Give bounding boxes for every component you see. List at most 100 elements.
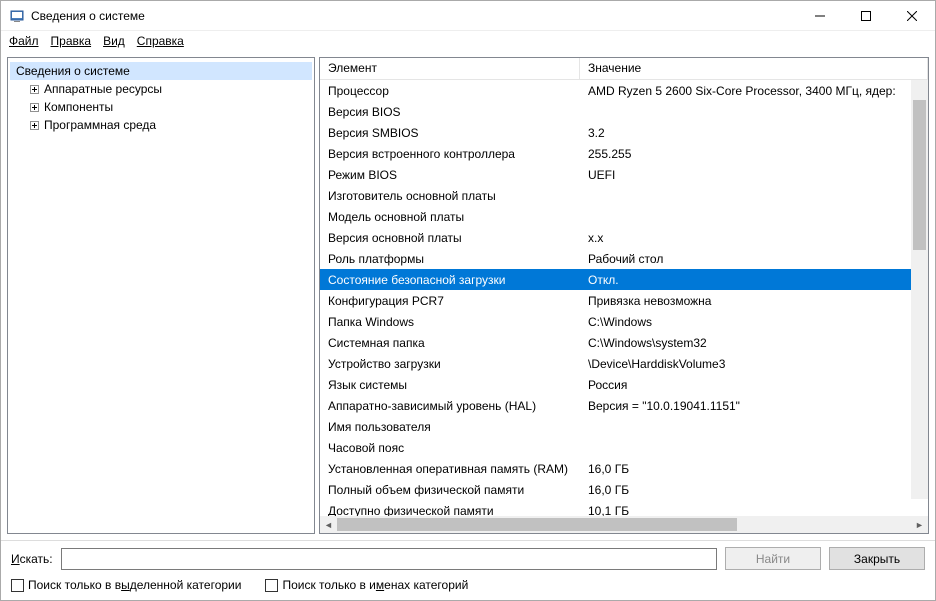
cell-value: Откл. <box>580 273 928 287</box>
list-row[interactable]: Изготовитель основной платы <box>320 185 928 206</box>
cell-value: х.х <box>580 231 928 245</box>
menubar: Файл Правка Вид Справка <box>1 31 935 51</box>
tree-item[interactable]: Аппаратные ресурсы <box>10 80 312 98</box>
list-row[interactable]: Установленная оперативная память (RAM)16… <box>320 458 928 479</box>
cell-element: Версия основной платы <box>320 231 580 245</box>
cell-element: Полный объем физической памяти <box>320 483 580 497</box>
tree-pane[interactable]: Сведения о системе Аппаратные ресурсы Ком… <box>7 57 315 534</box>
cell-value: 16,0 ГБ <box>580 483 928 497</box>
list-header: Элемент Значение <box>320 58 928 80</box>
tree-item-label: Программная среда <box>44 118 156 132</box>
cell-value: UEFI <box>580 168 928 182</box>
column-header-element[interactable]: Элемент <box>320 58 580 79</box>
cell-value: Россия <box>580 378 928 392</box>
tree-item-label: Компоненты <box>44 100 113 114</box>
checkbox-icon[interactable] <box>11 579 24 592</box>
list-row[interactable]: Модель основной платы <box>320 206 928 227</box>
cell-element: Изготовитель основной платы <box>320 189 580 203</box>
check-selected-category[interactable]: Поиск только в выделенной категории <box>11 578 241 592</box>
list-row[interactable]: Версия SMBIOS3.2 <box>320 122 928 143</box>
menu-file[interactable]: Файл <box>9 34 39 48</box>
list-row[interactable]: Часовой пояс <box>320 437 928 458</box>
bottom-bar: Искать: Найти Закрыть Поиск только в выд… <box>1 540 935 600</box>
cell-element: Модель основной платы <box>320 210 580 224</box>
check-category-names[interactable]: Поиск только в именах категорий <box>265 578 468 592</box>
list-row[interactable]: Папка WindowsC:\Windows <box>320 311 928 332</box>
list-pane: Элемент Значение ПроцессорAMD Ryzen 5 26… <box>319 57 929 534</box>
cell-element: Устройство загрузки <box>320 357 580 371</box>
tree-item-label: Аппаратные ресурсы <box>44 82 162 96</box>
search-input[interactable] <box>61 548 717 570</box>
cell-value: AMD Ryzen 5 2600 Six-Core Processor, 340… <box>580 84 928 98</box>
cell-element: Режим BIOS <box>320 168 580 182</box>
search-label: Искать: <box>11 552 53 566</box>
cell-element: Версия SMBIOS <box>320 126 580 140</box>
list-row[interactable]: Состояние безопасной загрузкиОткл. <box>320 269 928 290</box>
list-row[interactable]: Системная папкаC:\Windows\system32 <box>320 332 928 353</box>
cell-element: Системная папка <box>320 336 580 350</box>
scrollbar-thumb[interactable] <box>913 100 926 250</box>
check-row: Поиск только в выделенной категории Поис… <box>11 578 925 592</box>
expand-icon[interactable] <box>28 83 40 95</box>
column-header-value[interactable]: Значение <box>580 58 928 79</box>
menu-help[interactable]: Справка <box>137 34 184 48</box>
content: Сведения о системе Аппаратные ресурсы Ком… <box>7 57 929 534</box>
expand-icon[interactable] <box>28 101 40 113</box>
list-row[interactable]: Режим BIOSUEFI <box>320 164 928 185</box>
list-row[interactable]: Конфигурация PCR7Привязка невозможна <box>320 290 928 311</box>
cell-element: Роль платформы <box>320 252 580 266</box>
cell-value: 3.2 <box>580 126 928 140</box>
minimize-button[interactable] <box>797 1 843 31</box>
cell-element: Часовой пояс <box>320 441 580 455</box>
cell-value: \Device\HarddiskVolume3 <box>580 357 928 371</box>
list-row[interactable]: ПроцессорAMD Ryzen 5 2600 Six-Core Proce… <box>320 80 928 101</box>
cell-value: 255.255 <box>580 147 928 161</box>
tree-item[interactable]: Программная среда <box>10 116 312 134</box>
scroll-right-arrow[interactable]: ► <box>911 516 928 533</box>
list-row[interactable]: Версия BIOS <box>320 101 928 122</box>
cell-element: Процессор <box>320 84 580 98</box>
cell-element: Доступно физической памяти <box>320 504 580 517</box>
horizontal-scrollbar[interactable]: ◄ ► <box>320 516 928 533</box>
cell-value: Привязка невозможна <box>580 294 928 308</box>
cell-element: Язык системы <box>320 378 580 392</box>
cell-element: Имя пользователя <box>320 420 580 434</box>
list-row[interactable]: Устройство загрузки\Device\HarddiskVolum… <box>320 353 928 374</box>
titlebar: Сведения о системе <box>1 1 935 31</box>
cell-element: Версия встроенного контроллера <box>320 147 580 161</box>
search-row: Искать: Найти Закрыть <box>11 547 925 570</box>
app-icon <box>9 8 25 24</box>
list-body[interactable]: ПроцессорAMD Ryzen 5 2600 Six-Core Proce… <box>320 80 928 516</box>
list-row[interactable]: Полный объем физической памяти16,0 ГБ <box>320 479 928 500</box>
cell-element: Установленная оперативная память (RAM) <box>320 462 580 476</box>
cell-value: C:\Windows <box>580 315 928 329</box>
list-row[interactable]: Аппаратно-зависимый уровень (HAL)Версия … <box>320 395 928 416</box>
tree-item[interactable]: Компоненты <box>10 98 312 116</box>
vertical-scrollbar[interactable] <box>911 80 928 499</box>
list-row[interactable]: Имя пользователя <box>320 416 928 437</box>
list-row[interactable]: Роль платформыРабочий стол <box>320 248 928 269</box>
list-row[interactable]: Версия встроенного контроллера255.255 <box>320 143 928 164</box>
list-row[interactable]: Версия основной платых.х <box>320 227 928 248</box>
checkbox-icon[interactable] <box>265 579 278 592</box>
expand-icon[interactable] <box>28 119 40 131</box>
cell-value: C:\Windows\system32 <box>580 336 928 350</box>
find-button[interactable]: Найти <box>725 547 821 570</box>
menu-edit[interactable]: Правка <box>51 34 92 48</box>
close-search-button[interactable]: Закрыть <box>829 547 925 570</box>
close-button[interactable] <box>889 1 935 31</box>
list-row[interactable]: Доступно физической памяти10,1 ГБ <box>320 500 928 516</box>
window-title: Сведения о системе <box>31 9 145 23</box>
scrollbar-thumb[interactable] <box>337 518 737 531</box>
tree-root[interactable]: Сведения о системе <box>10 62 312 80</box>
cell-value: Версия = "10.0.19041.1151" <box>580 399 928 413</box>
cell-element: Аппаратно-зависимый уровень (HAL) <box>320 399 580 413</box>
maximize-button[interactable] <box>843 1 889 31</box>
cell-value: 10,1 ГБ <box>580 504 928 517</box>
scroll-left-arrow[interactable]: ◄ <box>320 516 337 533</box>
cell-element: Состояние безопасной загрузки <box>320 273 580 287</box>
list-row[interactable]: Язык системыРоссия <box>320 374 928 395</box>
cell-element: Папка Windows <box>320 315 580 329</box>
menu-view[interactable]: Вид <box>103 34 125 48</box>
cell-element: Конфигурация PCR7 <box>320 294 580 308</box>
